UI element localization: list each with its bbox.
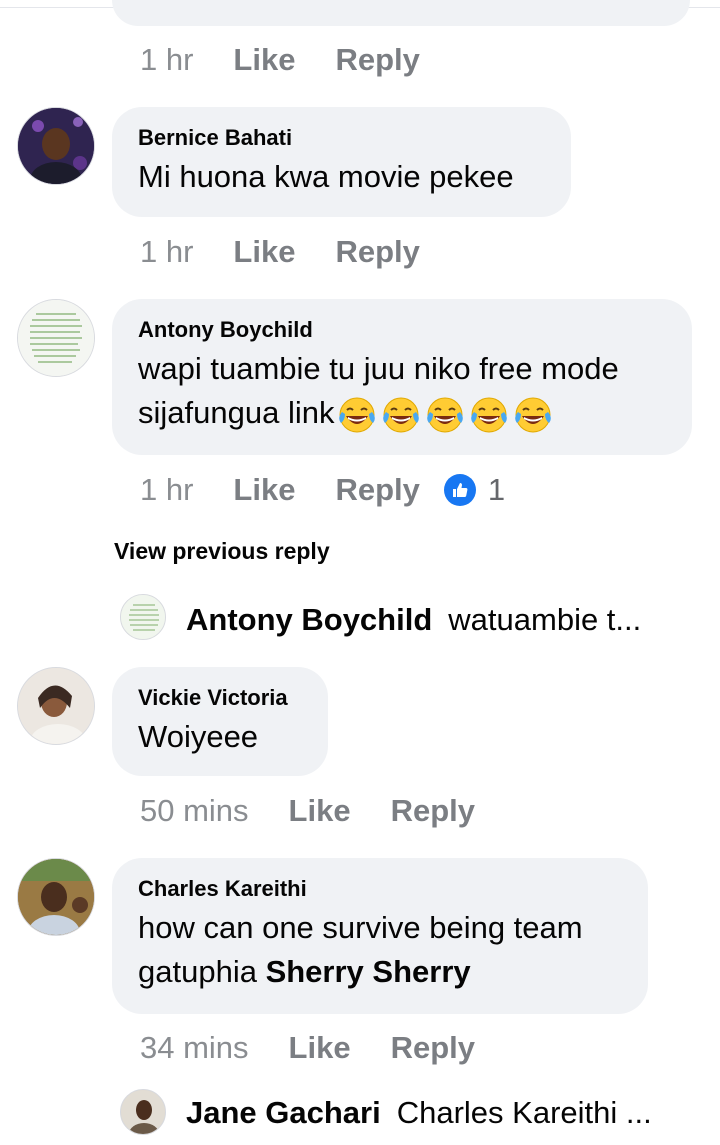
comment-time: 34 mins [140, 1030, 249, 1065]
comment-bubble[interactable]: Vickie Victoria Woiyeee [112, 667, 328, 776]
comment-meta: 1 hr Like Reply [140, 232, 420, 272]
comment-bubble[interactable]: Antony Boychild wapi tuambie tu juu niko… [112, 299, 692, 455]
previous-comment-meta: 1 hr Like Reply [140, 40, 420, 80]
reply-link[interactable]: Reply [335, 472, 419, 508]
comment-text-line: gatuphia Sherry Sherry [138, 950, 622, 994]
like-link[interactable]: Like [233, 42, 295, 78]
like-link[interactable]: Like [289, 1030, 351, 1066]
reply-preview[interactable]: Jane Gachari Charles Kareithi ... [186, 1093, 652, 1133]
previous-comment-bubble [112, 0, 690, 26]
avatar[interactable] [120, 594, 166, 640]
comment-meta: 50 mins Like Reply [140, 791, 475, 831]
reply-link[interactable]: Reply [391, 793, 475, 829]
avatar[interactable] [120, 1089, 166, 1135]
reply-link[interactable]: Reply [335, 42, 419, 78]
face-with-tears-of-joy-icon [515, 397, 552, 433]
reply-link[interactable]: Reply [335, 234, 419, 270]
avatar[interactable] [17, 667, 95, 745]
comment-text: how can one survive being team gatuphia … [138, 906, 622, 994]
reply-link[interactable]: Reply [391, 1030, 475, 1066]
comment-bubble[interactable]: Bernice Bahati Mi huona kwa movie pekee [112, 107, 571, 217]
comment-author[interactable]: Bernice Bahati [138, 125, 545, 151]
comment-author[interactable]: Charles Kareithi [138, 876, 622, 902]
face-with-tears-of-joy-icon [427, 397, 464, 433]
reply-author[interactable]: Antony Boychild [186, 602, 432, 638]
reply-author[interactable]: Jane Gachari [186, 1095, 381, 1131]
comment-time: 1 hr [140, 42, 194, 77]
avatar[interactable] [17, 299, 95, 377]
like-link[interactable]: Like [289, 793, 351, 829]
reply-preview[interactable]: Antony Boychild watuambie t... [186, 600, 641, 640]
comment-meta: 1 hr Like Reply 1 [140, 470, 505, 510]
like-link[interactable]: Like [233, 234, 295, 270]
thumbs-up-icon [443, 474, 476, 506]
face-with-tears-of-joy-icon [471, 397, 508, 433]
comment-time: 1 hr [140, 472, 194, 507]
avatar[interactable] [17, 107, 95, 185]
comment-text-line: how can one survive being team [138, 910, 583, 945]
reaction-summary[interactable]: 1 [443, 472, 506, 508]
comment-text-fragment: sijafungua link [138, 395, 335, 430]
comment-text-fragment: gatuphia [138, 954, 266, 989]
face-with-tears-of-joy-icon [339, 397, 376, 433]
comment-time: 1 hr [140, 234, 194, 269]
reply-text: watuambie t... [448, 602, 642, 637]
comment-text-line: sijafungua link [138, 391, 666, 435]
avatar[interactable] [17, 858, 95, 936]
comment-author[interactable]: Vickie Victoria [138, 685, 302, 711]
comment-time: 50 mins [140, 793, 249, 828]
reaction-count: 1 [487, 472, 506, 507]
view-previous-reply-link[interactable]: View previous reply [114, 538, 330, 565]
comment-text: Woiyeee [138, 719, 259, 754]
face-with-tears-of-joy-icon [383, 397, 420, 433]
mention-link[interactable]: Sherry Sherry [266, 954, 471, 989]
like-link[interactable]: Like [233, 472, 295, 508]
comment-text: wapi tuambie tu juu niko free mode sijaf… [138, 347, 666, 435]
comment-author[interactable]: Antony Boychild [138, 317, 666, 343]
comment-meta: 34 mins Like Reply [140, 1028, 475, 1068]
reply-text: Charles Kareithi ... [396, 1095, 652, 1130]
comment-text-line: wapi tuambie tu juu niko free mode [138, 351, 619, 386]
emoji-group [334, 395, 554, 433]
comment-text: Mi huona kwa movie pekee [138, 159, 514, 194]
comment-bubble[interactable]: Charles Kareithi how can one survive bei… [112, 858, 648, 1014]
